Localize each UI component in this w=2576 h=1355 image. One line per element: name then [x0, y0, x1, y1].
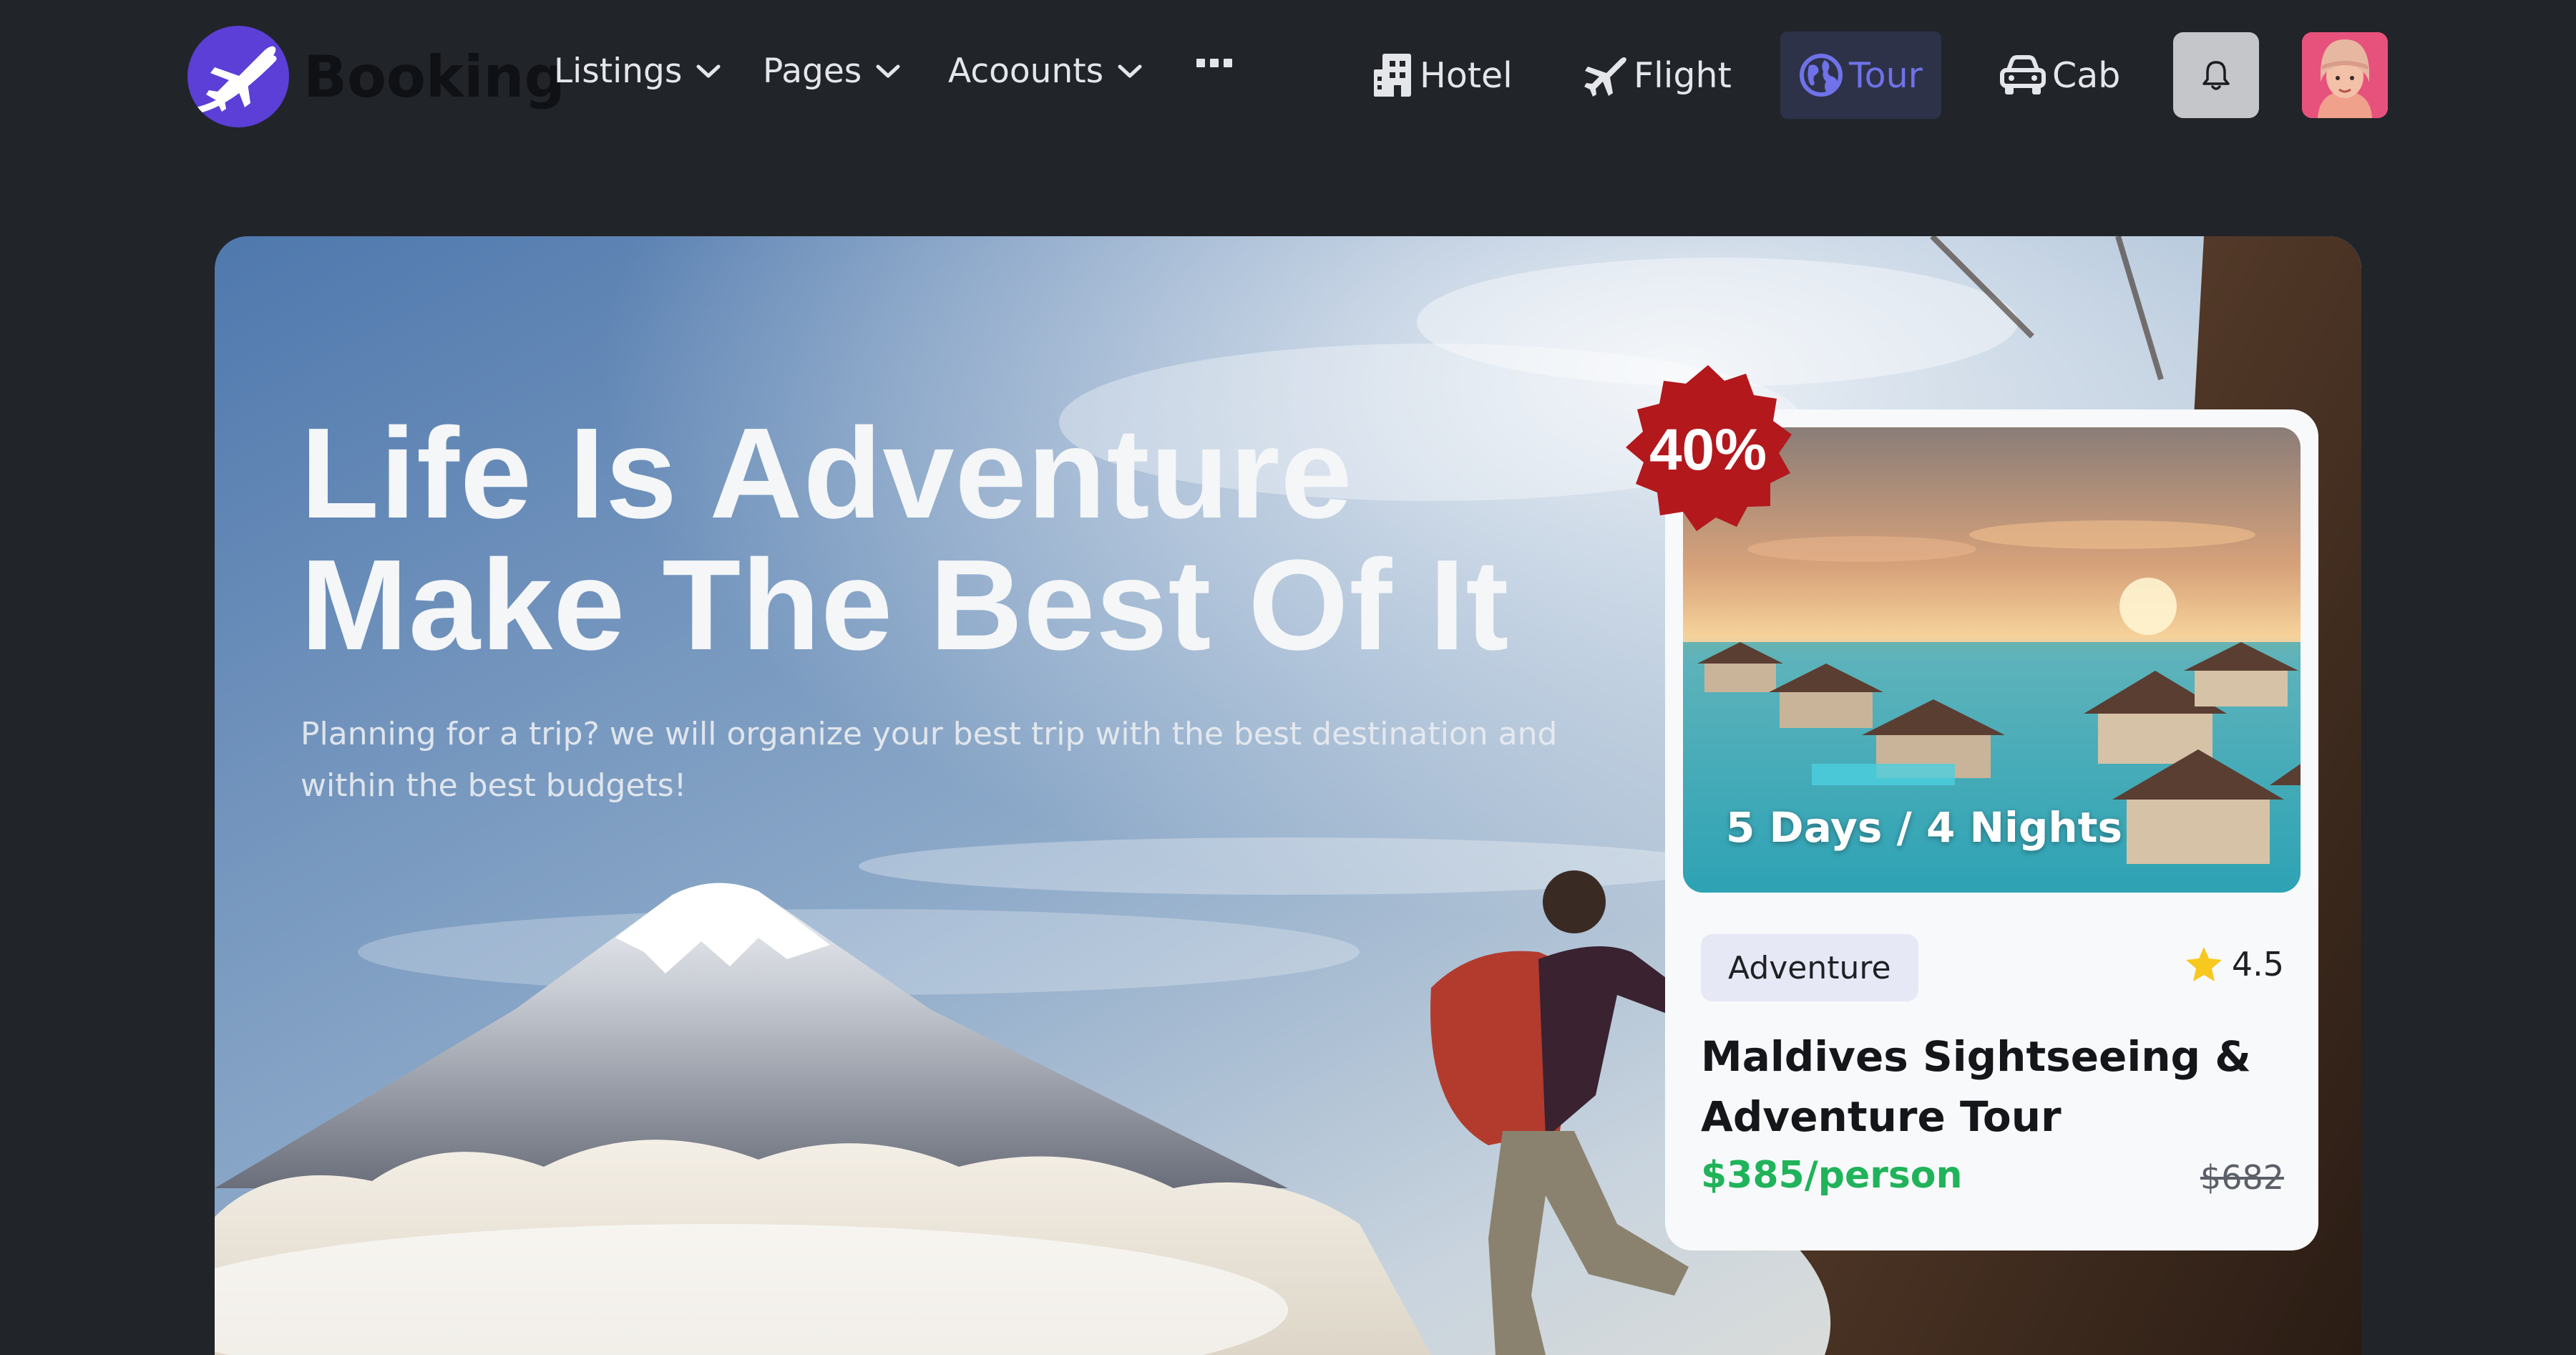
tour-title[interactable]: Maldives Sightseeing & Adventure Tour [1701, 1026, 2288, 1147]
hero-subtitle: Planning for a trip? we will organize yo… [301, 716, 1558, 804]
tour-rating: 4.5 [2185, 945, 2284, 984]
tour-category-tag: Adventure [1701, 934, 1918, 1001]
tab-label: Tour [1849, 54, 1923, 96]
top-navbar: Booking Listings Pages Acoounts Hotel Fl… [0, 0, 2576, 150]
chevron-down-icon [876, 64, 900, 77]
nav-menu-label: Listings [554, 52, 683, 91]
building-icon [1374, 54, 1411, 97]
bell-icon [2202, 61, 2230, 90]
hero-title-line: Life Is Adventure [301, 402, 1353, 545]
plane-logo-icon [187, 26, 289, 127]
chevron-down-icon [1118, 64, 1142, 77]
tab-label: Hotel [1420, 54, 1513, 96]
tab-label: Flight [1634, 54, 1732, 96]
nav-menu-accounts[interactable]: Acoounts [948, 52, 1142, 91]
brand-logo[interactable]: Booking [187, 26, 565, 127]
discount-label: 40% [1649, 417, 1767, 482]
globe-icon [1800, 54, 1843, 97]
hero-title-line: Make The Best Of It [301, 533, 1510, 677]
tour-old-price: $682 [2200, 1158, 2284, 1197]
more-menu-icon[interactable] [1196, 59, 1232, 67]
tab-hotel[interactable]: Hotel [1372, 31, 1513, 119]
tour-duration: 5 Days / 4 Nights [1726, 803, 2122, 852]
nav-menu-pages[interactable]: Pages [763, 52, 900, 91]
chevron-down-icon [696, 64, 721, 77]
nav-menu-listings[interactable]: Listings [554, 52, 721, 91]
tour-price: $385/person [1701, 1154, 1963, 1197]
nav-menu-label: Acoounts [948, 52, 1104, 91]
nav-menu-label: Pages [763, 52, 862, 91]
plane-icon [1584, 57, 1626, 97]
star-icon [2185, 947, 2222, 981]
car-icon [2000, 55, 2046, 94]
rating-value: 4.5 [2231, 945, 2284, 984]
hero-title: Life Is Adventure Make The Best Of It [301, 408, 1509, 671]
user-avatar[interactable] [2302, 32, 2388, 118]
notifications-button[interactable] [2173, 32, 2259, 118]
tab-tour[interactable]: Tour [1780, 31, 1941, 119]
brand-name: Booking [303, 43, 565, 110]
tab-flight[interactable]: Flight [1584, 31, 1732, 119]
tab-cab[interactable]: Cab [1999, 31, 2120, 119]
tab-label: Cab [2052, 54, 2121, 96]
